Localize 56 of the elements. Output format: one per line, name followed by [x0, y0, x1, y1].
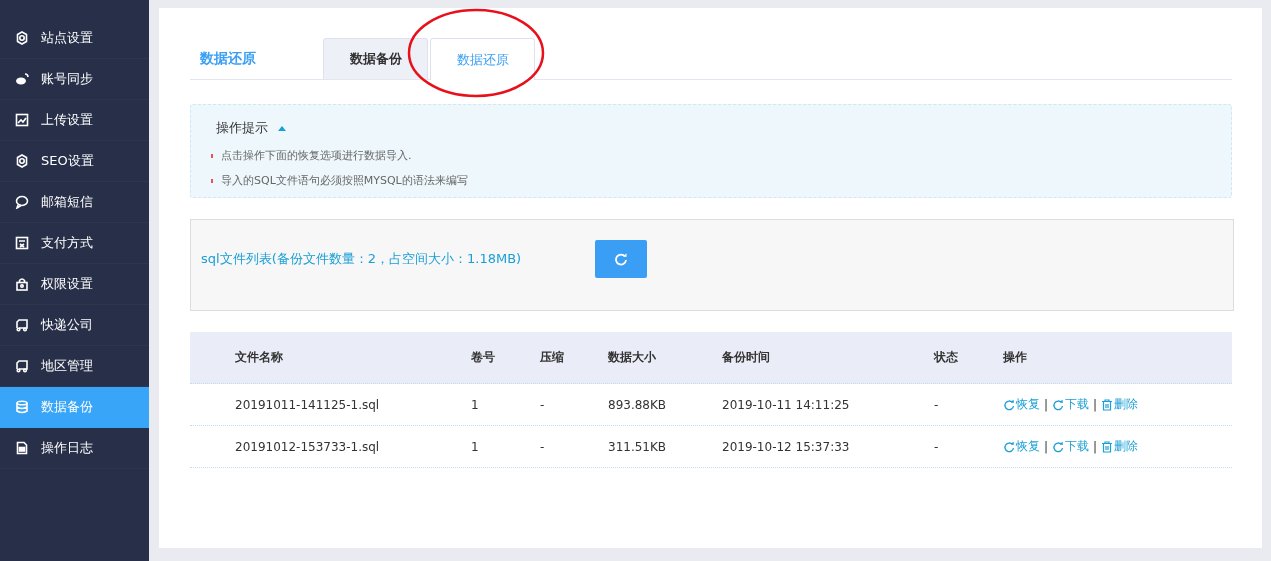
separator: |: [1044, 397, 1049, 412]
sidebar-item[interactable]: 快递公司: [0, 305, 149, 346]
sidebar-item[interactable]: 账号同步: [0, 59, 149, 100]
table-cell-text: 1: [471, 439, 480, 454]
table-cell-text: 20191012-153733-1.sql: [235, 439, 381, 454]
column-header: 卷号: [471, 349, 496, 366]
table-cell-text: 2019-10-11 14:11:25: [722, 397, 851, 412]
tips-title[interactable]: 操作提示: [216, 119, 268, 137]
table-cell-text: -: [934, 397, 940, 412]
table-cell-text: 1: [471, 397, 480, 412]
separator: |: [1093, 397, 1098, 412]
image-icon: [15, 113, 29, 127]
truck-icon: [15, 318, 29, 332]
column-header: 状态: [934, 349, 959, 366]
table-cell-text: 20191011-141125-1.sql: [235, 397, 381, 412]
document-icon: [15, 441, 29, 455]
column-header: 数据大小: [608, 349, 657, 366]
tip-text: 点击操作下面的恢复选项进行数据导入.: [221, 148, 412, 163]
table-cell-text: 311.51KB: [608, 439, 668, 454]
refresh-icon: [614, 252, 628, 266]
tip-text: 导入的SQL文件语句必须按照MYSQL的语法来编写: [221, 173, 468, 188]
separator: |: [1044, 439, 1049, 454]
trash-icon: [1101, 398, 1114, 411]
table-cell-text: 2019-10-12 15:37:33: [722, 439, 851, 454]
sidebar-item[interactable]: 支付方式: [0, 223, 149, 264]
sidebar-item[interactable]: 邮箱短信: [0, 182, 149, 223]
table-cell-text: 893.88KB: [608, 397, 668, 412]
table-cell-text: -: [540, 397, 546, 412]
column-header: 操作: [1003, 349, 1028, 366]
sidebar-item[interactable]: 上传设置: [0, 100, 149, 141]
gear-icon: [15, 154, 29, 168]
caret-icon[interactable]: [278, 125, 286, 131]
column-header: 压缩: [540, 349, 565, 366]
table-cell-text: -: [540, 439, 546, 454]
page-title: 数据还原: [199, 50, 257, 68]
truck-icon: [15, 359, 29, 373]
tab[interactable]: 数据备份: [323, 38, 428, 79]
database-icon: [15, 400, 29, 414]
refresh-icon: [1003, 398, 1015, 411]
sidebar-item[interactable]: 操作日志: [0, 428, 149, 469]
refresh-button[interactable]: [595, 240, 647, 278]
refresh-icon: [1052, 440, 1065, 453]
lock-icon: [15, 277, 29, 291]
column-header: 文件名称: [235, 349, 284, 366]
separator: |: [1093, 439, 1098, 454]
refresh-icon: [1003, 440, 1015, 453]
file-list-summary: sql文件列表(备份文件数量：2，占空间大小：1.18MB): [201, 250, 523, 268]
refresh-icon: [1052, 398, 1065, 411]
chat-icon: [15, 195, 29, 209]
table-cell-text: -: [934, 439, 940, 454]
sidebar-item[interactable]: 站点设置: [0, 18, 149, 59]
trash-icon: [1101, 440, 1114, 453]
gear-icon: [15, 31, 29, 45]
sidebar-item[interactable]: SEO设置: [0, 141, 149, 182]
column-header: 备份时间: [722, 349, 771, 366]
sidebar-item[interactable]: 权限设置: [0, 264, 149, 305]
